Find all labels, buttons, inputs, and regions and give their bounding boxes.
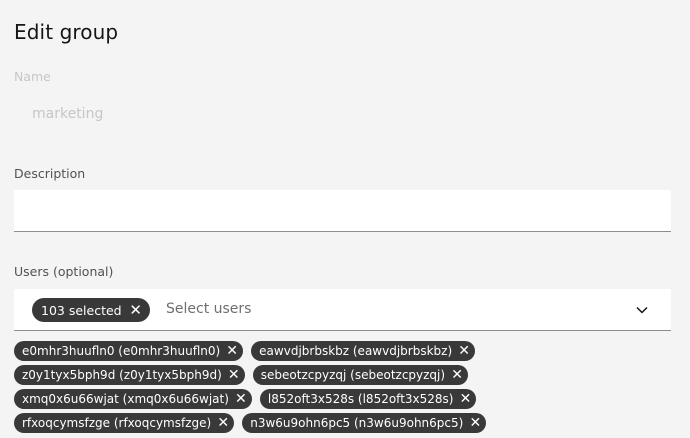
selected-count-label: 103 selected — [41, 302, 122, 318]
user-tag: xmq0x6u66wjat (xmq0x6u66wjat) ✕ — [14, 389, 252, 409]
description-label: Description — [14, 166, 86, 181]
user-tag-label: rfxoqcymsfzge (rfxoqcymsfzge) — [22, 416, 212, 430]
user-tag: n3w6u9ohn6pc5 (n3w6u9ohn6pc5) ✕ — [242, 413, 487, 433]
remove-user-close-icon[interactable]: ✕ — [226, 367, 242, 383]
tag-row: xmq0x6u66wjat (xmq0x6u66wjat) ✕ l852oft3x… — [14, 389, 674, 409]
user-tag-label: z0y1tyx5bph9d (z0y1tyx5bph9d) — [22, 368, 222, 382]
user-tag: l852oft3x528s (l852oft3x528s) ✕ — [259, 389, 477, 409]
users-select-placeholder[interactable]: Select users — [166, 301, 251, 317]
user-tag-label: xmq0x6u66wjat (xmq0x6u66wjat) — [22, 392, 229, 406]
user-tag-label: n3w6u9ohn6pc5 (n3w6u9ohn6pc5) — [250, 416, 464, 430]
remove-user-close-icon[interactable]: ✕ — [224, 343, 240, 359]
name-field: marketing — [32, 106, 104, 122]
tag-row: e0mhr3huufln0 (e0mhr3huufln0) ✕ eawvdjbrb… — [14, 341, 674, 361]
user-tag: rfxoqcymsfzge (rfxoqcymsfzge) ✕ — [14, 413, 235, 433]
remove-user-close-icon[interactable]: ✕ — [456, 343, 472, 359]
remove-user-close-icon[interactable]: ✕ — [457, 391, 473, 407]
user-tag-label: l852oft3x528s (l852oft3x528s) — [267, 392, 454, 406]
selected-count-tag: 103 selected ✕ — [32, 298, 150, 322]
user-tag: e0mhr3huufln0 (e0mhr3huufln0) ✕ — [14, 341, 244, 361]
remove-user-close-icon[interactable]: ✕ — [233, 391, 249, 407]
remove-user-close-icon[interactable]: ✕ — [449, 367, 465, 383]
user-tag-label: e0mhr3huufln0 (e0mhr3huufln0) — [22, 344, 221, 358]
user-tag-label: sebeotzcpyzqj (sebeotzcpyzqj) — [260, 368, 446, 382]
remove-user-close-icon[interactable]: ✕ — [467, 415, 483, 431]
clear-selection-close-icon[interactable]: ✕ — [128, 302, 144, 318]
description-field[interactable] — [14, 190, 671, 232]
name-label: Name — [14, 69, 51, 84]
users-label: Users (optional) — [14, 264, 114, 279]
user-tag-label: eawvdjbrbskbz (eawvdjbrbskbz) — [259, 344, 453, 358]
tag-row: z0y1tyx5bph9d (z0y1tyx5bph9d) ✕ sebeotzcp… — [14, 365, 674, 385]
user-tag: sebeotzcpyzqj (sebeotzcpyzqj) ✕ — [252, 365, 469, 385]
user-tag: eawvdjbrbskbz (eawvdjbrbskbz) ✕ — [251, 341, 476, 361]
page-title: Edit group — [14, 20, 119, 44]
chevron-down-icon[interactable] — [635, 303, 649, 317]
users-multiselect[interactable]: 103 selected ✕ Select users — [14, 289, 671, 331]
remove-user-close-icon[interactable]: ✕ — [215, 415, 231, 431]
tag-row: rfxoqcymsfzge (rfxoqcymsfzge) ✕ n3w6u9ohn… — [14, 413, 674, 433]
user-tag: z0y1tyx5bph9d (z0y1tyx5bph9d) ✕ — [14, 365, 245, 385]
selected-users-tags: e0mhr3huufln0 (e0mhr3huufln0) ✕ eawvdjbrb… — [14, 341, 674, 437]
